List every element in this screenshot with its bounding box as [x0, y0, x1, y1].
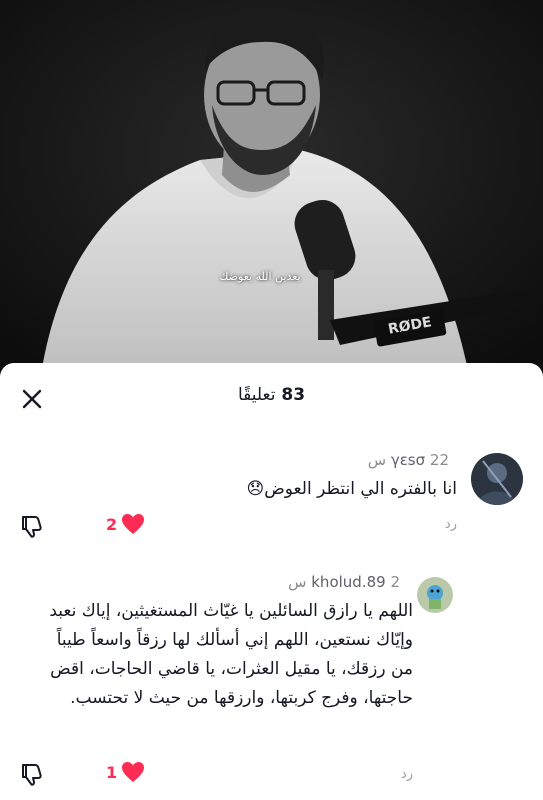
comment-text: انا بالفتره الي انتظر العوض😞 — [246, 479, 458, 499]
like-count: 2 — [106, 514, 118, 534]
comments-count-title: 83 تعليقًا — [0, 385, 543, 405]
comment-username[interactable]: γεsσ — [391, 451, 425, 469]
dislike-icon[interactable] — [18, 761, 44, 787]
reply-button[interactable]: رد — [401, 767, 413, 782]
comments-count-label: تعليقًا — [237, 385, 276, 405]
avatar[interactable] — [417, 577, 453, 613]
heart-icon — [122, 514, 145, 534]
dislike-icon[interactable] — [18, 513, 44, 539]
like-button[interactable]: 2 — [106, 513, 145, 535]
video-caption: يعدين الله يعوضك — [219, 270, 301, 283]
comment-meta: kholud.89 2 س — [288, 573, 408, 591]
comment-meta: γεsσ 22 س — [368, 451, 457, 469]
like-count: 1 — [106, 762, 118, 782]
comments-sheet: 83 تعليقًا γεsσ 22 س انا بالفتره الي انت… — [0, 363, 543, 800]
comments-count: 83 — [281, 385, 306, 405]
comment-item: kholud.89 2 س اللهم يا رازق السائلين يا … — [0, 571, 543, 800]
comment-item: γεsσ 22 س انا بالفتره الي انتظر العوض😞 ر… — [0, 445, 543, 555]
comment-text: اللهم يا رازق السائلين يا غيّاث المستغيث… — [49, 601, 413, 708]
comment-username[interactable]: kholud.89 — [311, 573, 385, 591]
video-player[interactable]: يعدين الله يعوضك RØDE — [0, 0, 543, 380]
like-button[interactable]: 1 — [106, 761, 145, 783]
heart-icon — [122, 762, 145, 782]
avatar[interactable] — [471, 453, 523, 505]
comments-header: 83 تعليقًا — [0, 363, 543, 433]
video-frame — [0, 0, 543, 380]
reply-button[interactable]: رد — [445, 517, 457, 532]
